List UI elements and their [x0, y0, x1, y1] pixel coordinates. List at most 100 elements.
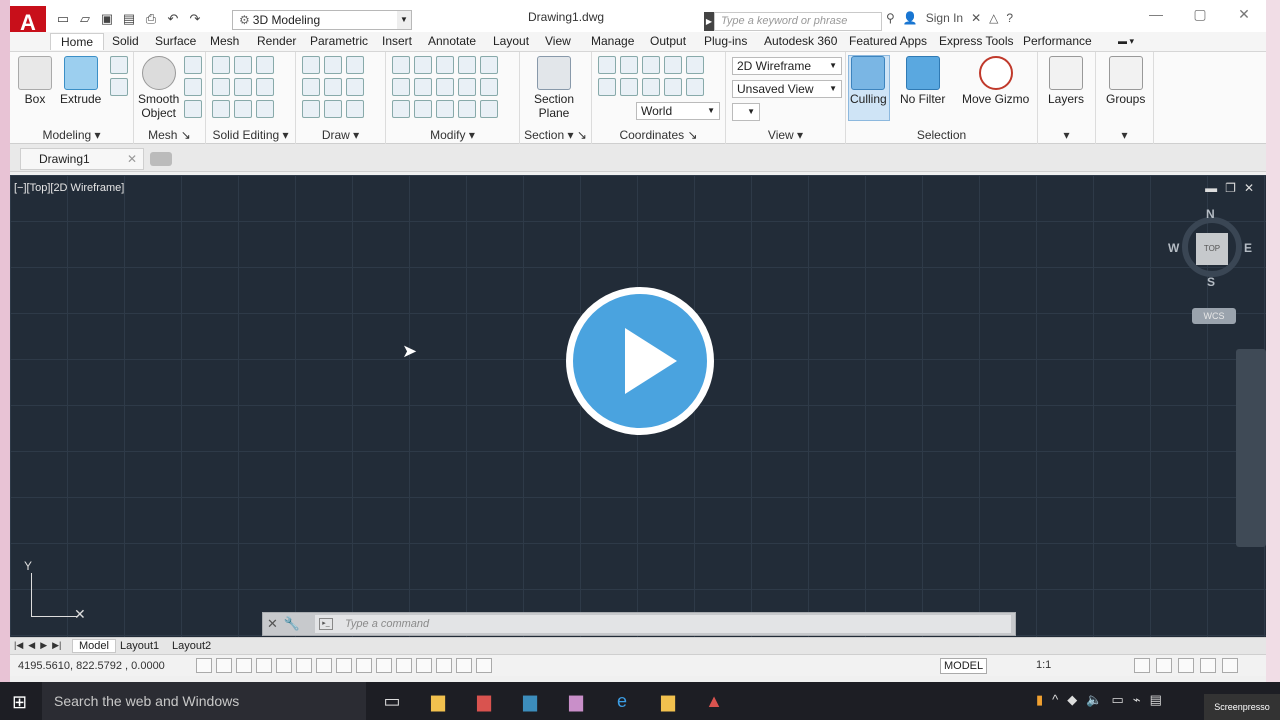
navigation-bar[interactable]	[1236, 349, 1266, 547]
array-icon[interactable]	[458, 100, 476, 118]
viewcube-top-face[interactable]: TOP	[1196, 233, 1228, 265]
tab-parametric[interactable]: Parametric	[310, 34, 368, 48]
close-command-icon[interactable]: ✕	[267, 616, 278, 632]
ucs-face-icon[interactable]	[686, 78, 704, 96]
file-tab-drawing1[interactable]: Drawing1 ✕	[20, 148, 144, 170]
acrobat-app-icon[interactable]: ▆	[468, 688, 500, 714]
autodesk-icon[interactable]: △	[989, 11, 998, 25]
mirror-icon[interactable]	[414, 100, 432, 118]
ucs-y-icon[interactable]	[664, 56, 682, 74]
rectangle-icon[interactable]	[324, 100, 342, 118]
culling-button[interactable]: Culling	[850, 56, 887, 106]
panel-title-draw[interactable]: Draw ▾	[296, 128, 385, 142]
extrude-faces-icon[interactable]	[256, 78, 274, 96]
tab-output[interactable]: Output	[650, 34, 686, 48]
tab-mesh[interactable]: Mesh	[210, 34, 239, 48]
hardware-acceleration-icon[interactable]	[1200, 658, 1216, 673]
command-prompt-icon[interactable]: ▸_	[319, 618, 333, 630]
viewport-close-icon[interactable]: ✕	[1244, 181, 1254, 195]
quick-properties-icon[interactable]	[436, 658, 452, 673]
pline-icon[interactable]	[324, 56, 342, 74]
isolate-icon[interactable]	[1178, 658, 1194, 673]
trim-icon[interactable]	[392, 56, 410, 74]
intersect-icon[interactable]	[212, 100, 230, 118]
panel-title-section[interactable]: Section ▾ ↘	[520, 128, 591, 142]
ucs-view-icon[interactable]	[620, 78, 638, 96]
search-expand-icon[interactable]: ▶	[704, 12, 714, 31]
volume-icon[interactable]: 🔈	[1086, 692, 1102, 708]
print-icon[interactable]: ⎙	[142, 10, 160, 28]
panel-title-modify[interactable]: Modify ▾	[386, 128, 519, 142]
tab-model[interactable]: Model	[72, 639, 116, 653]
last-tab-icon[interactable]: ▶|	[52, 640, 61, 651]
exchange-icon[interactable]: ✕	[971, 11, 981, 25]
prev-tab-icon[interactable]: ◀	[28, 640, 35, 651]
ducs-icon[interactable]	[356, 658, 372, 673]
tab-autodesk-360[interactable]: Autodesk 360	[764, 34, 837, 48]
tab-insert[interactable]: Insert	[382, 34, 412, 48]
groups-expand-icon[interactable]: ▾	[1096, 128, 1153, 142]
new-icon[interactable]: ▭	[54, 10, 72, 28]
separate-icon[interactable]	[256, 100, 274, 118]
otrack-icon[interactable]	[336, 658, 352, 673]
line-icon[interactable]	[302, 56, 320, 74]
tab-featured-apps[interactable]: Featured Apps	[849, 34, 927, 48]
user-icon[interactable]: 👤	[903, 11, 918, 25]
lineweight-icon[interactable]	[396, 658, 412, 673]
arc-icon[interactable]	[346, 56, 364, 74]
infer-constraints-icon[interactable]	[196, 658, 212, 673]
new-tab-button[interactable]	[150, 152, 172, 166]
ucs-3point-icon[interactable]	[664, 78, 682, 96]
model-space-button[interactable]: MODEL	[940, 658, 988, 674]
tab-performance[interactable]: Performance	[1023, 34, 1092, 48]
workspace-dropdown[interactable]: ⚙ 3D Modeling ▼	[232, 10, 412, 30]
panel-title-solid-editing[interactable]: Solid Editing ▾	[206, 128, 295, 142]
save-icon[interactable]: ▣	[98, 10, 116, 28]
align-icon[interactable]	[436, 100, 454, 118]
close-tab-icon[interactable]: ✕	[127, 149, 137, 169]
next-tab-icon[interactable]: ▶	[40, 640, 47, 651]
close-icon[interactable]: ✕	[1222, 6, 1266, 23]
compass-north[interactable]: N	[1206, 207, 1215, 221]
redo-icon[interactable]: ↷	[186, 10, 204, 28]
mesh-tool-2-icon[interactable]	[184, 78, 202, 96]
grid-icon[interactable]	[236, 658, 252, 673]
compass-south[interactable]: S	[1207, 275, 1215, 289]
viewport-minimize-icon[interactable]: ▬	[1205, 181, 1217, 195]
edge-browser-icon[interactable]: e	[606, 688, 638, 714]
undo-icon[interactable]: ↶	[164, 10, 182, 28]
visual-style-dropdown[interactable]: 2D Wireframe ▼	[732, 57, 842, 75]
ucs-origin-icon[interactable]	[598, 78, 616, 96]
offset-icon[interactable]	[392, 100, 410, 118]
dropbox-icon[interactable]: ◆	[1067, 692, 1077, 708]
publisher-app-icon[interactable]: ▆	[514, 688, 546, 714]
saved-view-dropdown[interactable]: Unsaved View ▼	[732, 80, 842, 98]
minimize-icon[interactable]: —	[1134, 6, 1178, 23]
groups-button[interactable]: Groups	[1106, 56, 1145, 106]
show-hidden-icons-icon[interactable]: ^	[1052, 692, 1058, 708]
tab-view[interactable]: View	[545, 34, 571, 48]
thicken-icon[interactable]	[234, 100, 252, 118]
circle-icon[interactable]	[346, 78, 364, 96]
stretch-icon[interactable]	[392, 78, 410, 96]
compass-west[interactable]: W	[1168, 241, 1179, 255]
taskbar-search[interactable]: Search the web and Windows	[42, 682, 366, 720]
polysolid-icon[interactable]	[110, 56, 128, 74]
customize-wrench-icon[interactable]: 🔧	[284, 616, 300, 632]
ucs-icon[interactable]	[598, 56, 616, 74]
autocad-app-icon[interactable]: ▲	[698, 688, 730, 714]
box-button[interactable]: Box	[18, 56, 52, 106]
polar-icon[interactable]	[276, 658, 292, 673]
subtract-icon[interactable]	[212, 78, 230, 96]
viewport-restore-icon[interactable]: ❐	[1225, 181, 1236, 195]
tab-surface[interactable]: Surface	[155, 34, 196, 48]
first-tab-icon[interactable]: |◀	[14, 640, 23, 651]
ucs-z-icon[interactable]	[642, 78, 660, 96]
extrude-button[interactable]: Extrude	[60, 56, 101, 106]
layers-button[interactable]: Layers	[1048, 56, 1084, 106]
ucs-world-icon[interactable]	[686, 56, 704, 74]
mesh-tool-3-icon[interactable]	[184, 100, 202, 118]
paint-app-icon[interactable]: ▆	[560, 688, 592, 714]
viewport-label[interactable]: [−][Top][2D Wireframe]	[14, 182, 124, 194]
wifi-icon[interactable]: ⌁	[1133, 692, 1141, 708]
